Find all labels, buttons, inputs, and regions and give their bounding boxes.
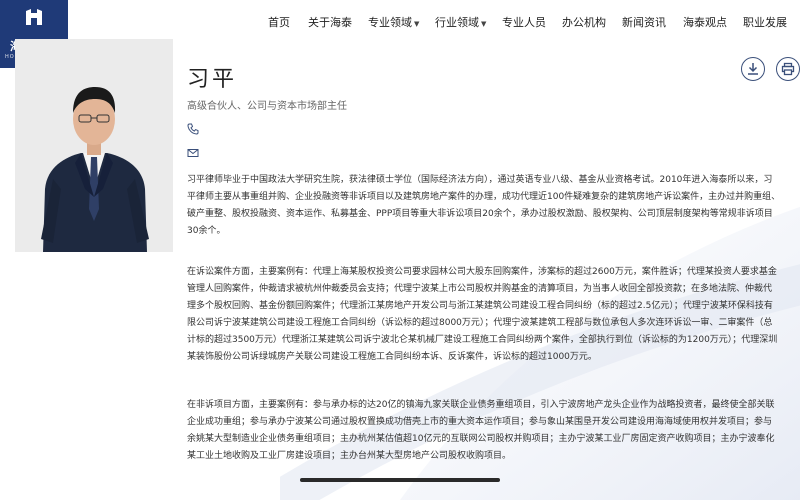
nav-item-practice-areas[interactable]: 专业领域 ▼ — [368, 14, 419, 30]
text-line: 管理人回购案件，仲裁请求被杭州仲裁委员会支持；代理宁波某上市公司股权并购基金的清… — [187, 284, 773, 294]
non-litigation-paragraph: 在非诉项目方面，主要案例有：参与承办标的达20亿的镇海九家关联企业债务重组项目，… — [187, 397, 800, 465]
nav-label: 首页 — [268, 16, 290, 29]
print-icon — [781, 62, 795, 76]
text-line: 习平律师毕业于中国政法大学研究生院，获法律硕士学位（国际经济法方向），通过英语专… — [187, 175, 773, 185]
text-line: 破产重整、股权投融资、资本运作、私募基金、PPP项目等重大非诉讼项目20余个，承… — [187, 209, 773, 219]
nav-label: 海泰观点 — [683, 16, 727, 29]
bio-paragraph: 习平律师毕业于中国政法大学研究生院，获法律硕士学位（国际经济法方向），通过英语专… — [187, 172, 800, 240]
text-line: 某装饰股份公司诉绿城房产关联公司建设工程施工合同纠纷本诉、反诉案件，诉讼标的超过… — [187, 352, 597, 362]
nav-label: 职业发展 — [743, 16, 787, 29]
nav-item-about[interactable]: 关于海泰 — [308, 14, 352, 30]
text-line: 计标的超过3500万元）代理浙江某建筑公司诉宁波北仑某机械厂建设工程施工合同纠纷… — [187, 335, 778, 345]
chevron-down-icon: ▼ — [414, 20, 420, 28]
lawyer-name: 习平 — [187, 67, 238, 92]
download-button[interactable] — [741, 57, 765, 81]
nav-item-professionals[interactable]: 专业人员 — [502, 14, 546, 30]
lawyer-title: 高级合伙人、公司与资本市场部主任 — [187, 101, 347, 112]
text-line: 某工业土地收购及工业厂房建设项目；主办台州某大型房地产公司股权收购项目。 — [187, 451, 512, 461]
nav-label: 专业人员 — [502, 16, 546, 29]
text-line: 在非诉项目方面，主要案例有：参与承办标的达20亿的镇海九家关联企业债务重组项目，… — [187, 400, 775, 410]
nav-item-home[interactable]: 首页 — [268, 14, 290, 30]
litigation-paragraph: 在诉讼案件方面，主要案例有：代理上海某股权投资公司要求园林公司大股东回购案件，涉… — [187, 264, 800, 366]
text-line: 余姚某大型制造业企业债务重组项目；主办杭州某估值超10亿元的互联网公司股权并购项… — [187, 434, 775, 444]
text-line: 30余个。 — [187, 226, 226, 236]
lawyer-portrait — [15, 39, 173, 252]
text-line: 限公司诉宁波某建筑公司建设工程施工合同纠纷（诉讼标的超过8000万元）；代理宁波… — [187, 318, 773, 328]
nav-label: 行业领域 — [435, 16, 479, 29]
print-button[interactable] — [776, 57, 800, 81]
nav-label: 新闻资讯 — [622, 16, 666, 29]
phone-icon[interactable] — [187, 123, 199, 135]
nav-item-industries[interactable]: 行业领域 ▼ — [435, 14, 486, 30]
download-icon — [748, 63, 758, 75]
chevron-down-icon: ▼ — [481, 20, 487, 28]
logo-mark-icon — [26, 9, 42, 25]
email-icon[interactable] — [187, 147, 199, 159]
nav-label: 办公机构 — [562, 16, 606, 29]
text-line: 平律师主要从事重组并购、企业投融资等非诉项目以及建筑房地产案件的办理，成功代理近… — [187, 192, 781, 202]
nav-item-careers[interactable]: 职业发展 — [743, 14, 787, 30]
nav-item-news[interactable]: 新闻资讯 — [622, 14, 666, 30]
text-line: 企业成功重组；参与承办宁波某公司通过股权置换成功借壳上市的重大资本运作项目；参与… — [187, 417, 773, 427]
nav-label: 关于海泰 — [308, 16, 352, 29]
nav-item-insights[interactable]: 海泰观点 — [683, 14, 727, 30]
home-indicator — [300, 478, 500, 482]
nav-label: 专业领域 — [368, 16, 412, 29]
nav-item-offices[interactable]: 办公机构 — [562, 14, 606, 30]
text-line: 在诉讼案件方面，主要案例有：代理上海某股权投资公司要求园林公司大股东回购案件，涉… — [187, 267, 777, 277]
text-line: 理多个股权回购、基金份额回购案件；代理浙江某房地产开发公司与浙江某建筑公司建设工… — [187, 301, 773, 311]
